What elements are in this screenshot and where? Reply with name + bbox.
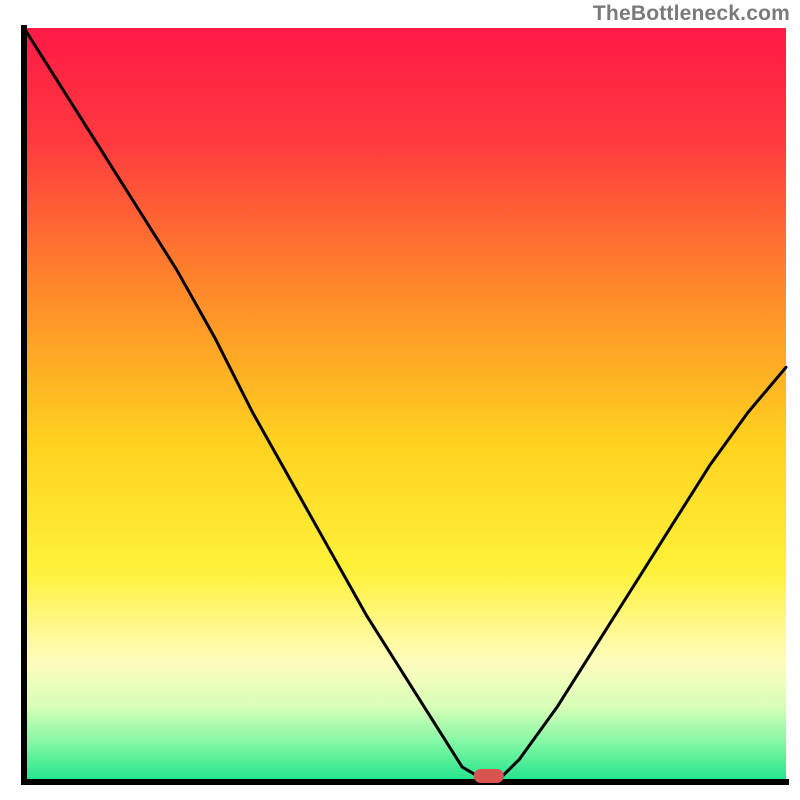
watermark-text: TheBottleneck.com [593,2,790,26]
chart-container: { "watermark": "TheBottleneck.com", "cha… [0,0,800,800]
optimum-marker [474,769,504,783]
bottleneck-chart [0,0,800,800]
plot-background [24,28,786,782]
